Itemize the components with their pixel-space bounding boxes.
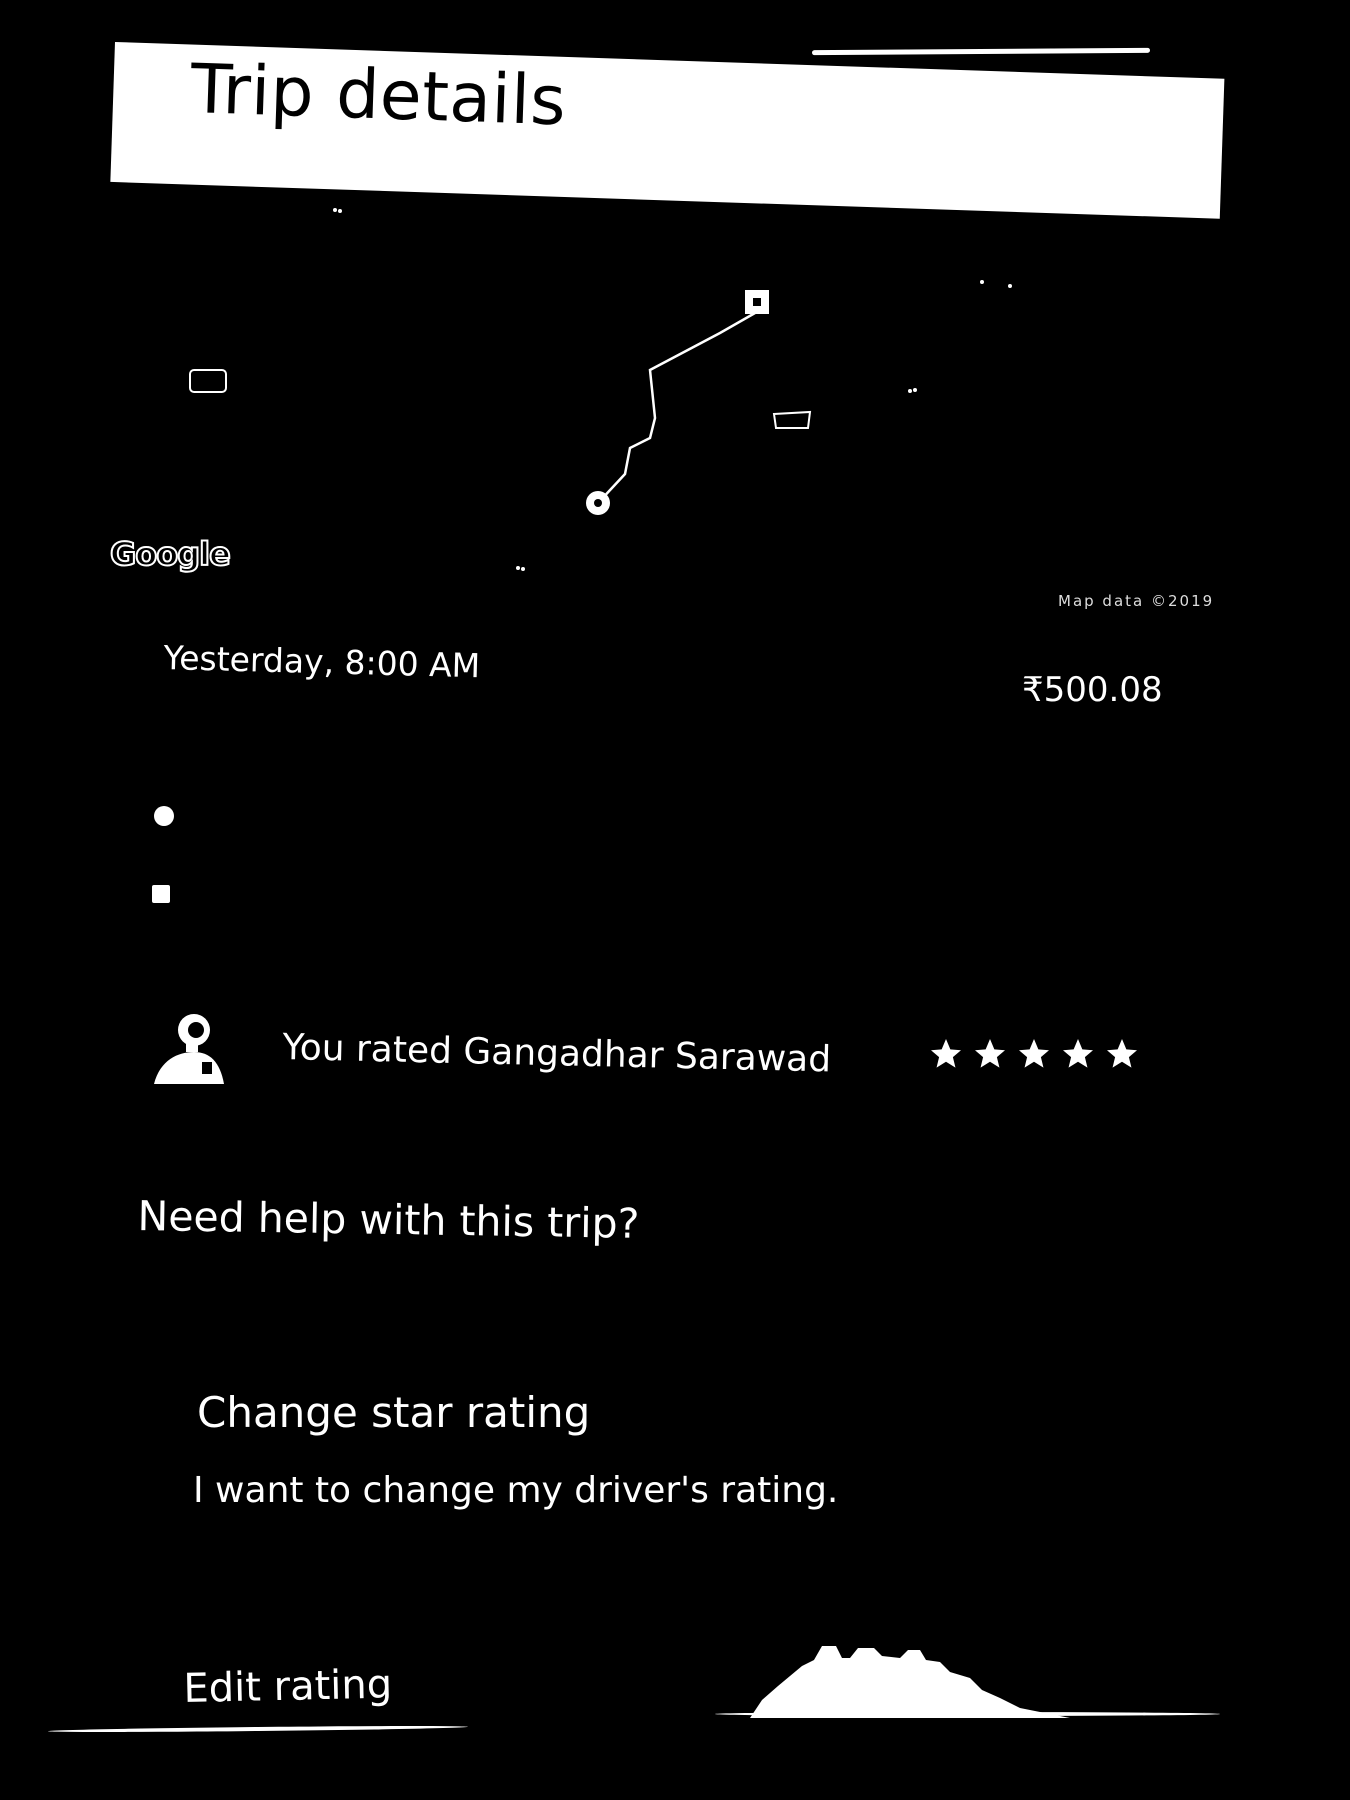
google-logo: Google	[109, 534, 232, 574]
driver-avatar[interactable]	[150, 1008, 228, 1084]
top-divider	[811, 47, 1151, 56]
star-icon	[1063, 1039, 1093, 1068]
bottom-divider-left	[47, 1724, 469, 1734]
person-icon	[154, 1014, 224, 1084]
start-marker-icon	[586, 491, 610, 515]
change-rating-title: Change star rating	[197, 1388, 591, 1437]
star-icon	[1107, 1039, 1137, 1068]
driver-rating-text: You rated Gangadhar Sarawad	[282, 1027, 832, 1081]
trip-time: Yesterday, 8:00 AM	[162, 638, 481, 686]
map-attribution[interactable]: Map data ©2019	[1058, 592, 1214, 610]
bottom-graphic	[750, 1638, 1070, 1718]
page-title: Trip details	[189, 50, 568, 142]
star-icon	[931, 1039, 961, 1068]
bottom-divider-right	[715, 1712, 1220, 1716]
change-rating-description: I want to change my driver's rating.	[193, 1470, 839, 1511]
map-label-icon	[333, 208, 1012, 571]
help-heading: Need help with this trip?	[137, 1192, 640, 1248]
route-line	[597, 311, 756, 504]
road-shield-icon	[189, 369, 227, 393]
dropoff-square-icon	[152, 885, 170, 903]
trip-price: ₹500.08	[1022, 670, 1163, 710]
star-icon	[1019, 1039, 1049, 1068]
road-shield-icon	[772, 410, 812, 429]
edit-rating-button[interactable]: Edit rating	[183, 1662, 393, 1712]
end-marker-icon	[745, 290, 769, 314]
star-icon	[975, 1039, 1005, 1068]
pickup-dot-icon	[154, 806, 174, 826]
star-rating	[928, 1036, 1140, 1072]
